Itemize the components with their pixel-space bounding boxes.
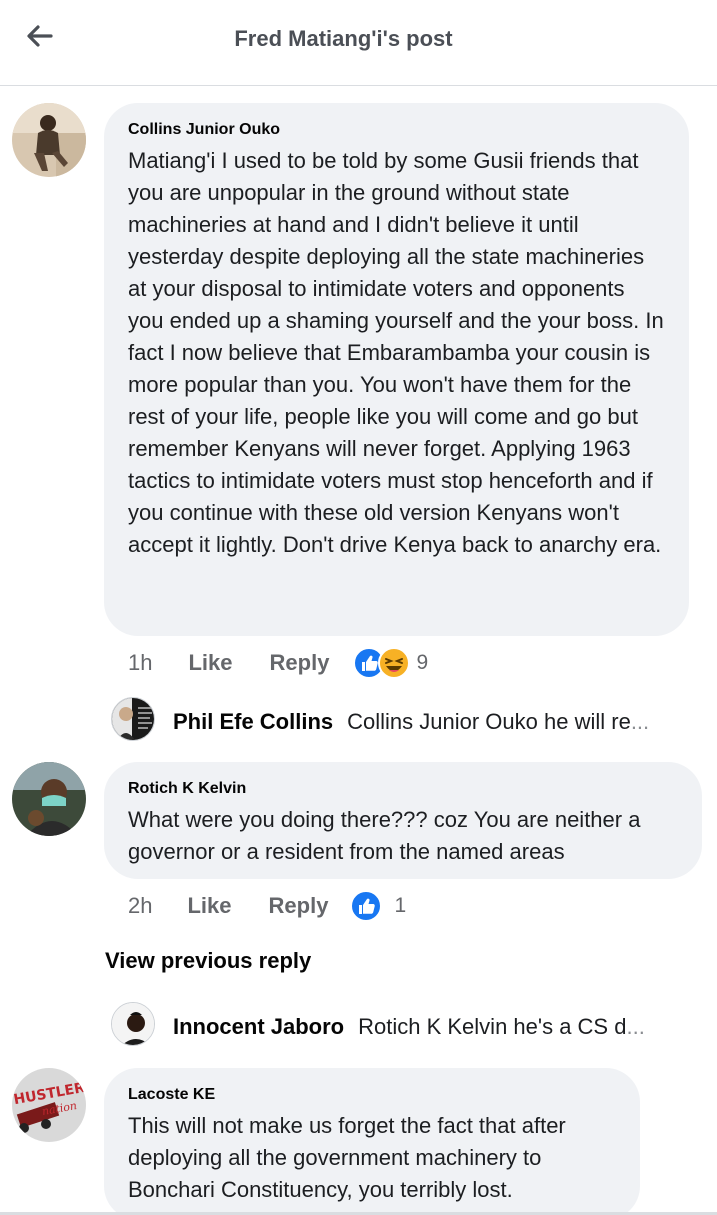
comment-bubble[interactable]: Collins Junior Ouko Matiang'i I used to …	[104, 103, 689, 636]
comment-author[interactable]: Collins Junior Ouko	[128, 121, 665, 139]
page-title: Fred Matiang'i's post	[234, 26, 453, 51]
post-header: Fred Matiang'i's post	[0, 0, 717, 86]
reply-ellipsis: ...	[630, 709, 650, 734]
view-previous-reply-link[interactable]: View previous reply	[105, 948, 311, 974]
haha-reaction-icon	[378, 647, 411, 679]
reply-text: Rotich K Kelvin he's a CS d	[358, 1014, 627, 1039]
reactions-summary[interactable]: 9	[353, 647, 428, 679]
reaction-count: 1	[394, 894, 407, 917]
avatar[interactable]	[12, 103, 86, 177]
avatar[interactable]	[12, 762, 86, 836]
avatar[interactable]	[111, 697, 155, 741]
comment-bubble[interactable]: Lacoste KE This will not make us forget …	[104, 1068, 640, 1215]
comment-time[interactable]: 2h	[128, 893, 152, 919]
comment-author[interactable]: Lacoste KE	[128, 1086, 616, 1104]
like-button[interactable]: Like	[188, 650, 232, 676]
like-reaction-icon	[350, 890, 383, 922]
reply-author[interactable]: Innocent Jaboro	[173, 1014, 344, 1040]
reply-preview[interactable]: Phil Efe Collins Collins Junior Ouko he …	[173, 709, 649, 735]
comment-actions: 1h Like Reply 9	[128, 647, 428, 679]
avatar[interactable]: HUSTLER nation	[12, 1068, 86, 1142]
reaction-count: 9	[416, 651, 429, 674]
reactions-summary[interactable]: 1	[350, 890, 406, 922]
reply-ellipsis: ...	[626, 1014, 645, 1039]
comment-bubble[interactable]: Rotich K Kelvin What were you doing ther…	[104, 762, 702, 879]
comment-author[interactable]: Rotich K Kelvin	[128, 780, 678, 798]
comment-text: What were you doing there??? coz You are…	[128, 807, 641, 864]
comment-text: Matiang'i I used to be told by some Gusi…	[128, 148, 664, 557]
comment-text: This will not make us forget the fact th…	[128, 1113, 566, 1202]
like-button[interactable]: Like	[187, 893, 231, 919]
avatar[interactable]	[111, 1002, 155, 1046]
reply-button[interactable]: Reply	[269, 893, 329, 919]
comment-actions: 2h Like Reply 1	[128, 890, 406, 922]
reply-button[interactable]: Reply	[270, 650, 330, 676]
reply-author[interactable]: Phil Efe Collins	[173, 709, 333, 735]
comment-time[interactable]: 1h	[128, 650, 152, 676]
reply-preview[interactable]: Innocent Jaboro Rotich K Kelvin he's a C…	[173, 1014, 645, 1040]
reply-text: Collins Junior Ouko he will re	[347, 709, 631, 734]
